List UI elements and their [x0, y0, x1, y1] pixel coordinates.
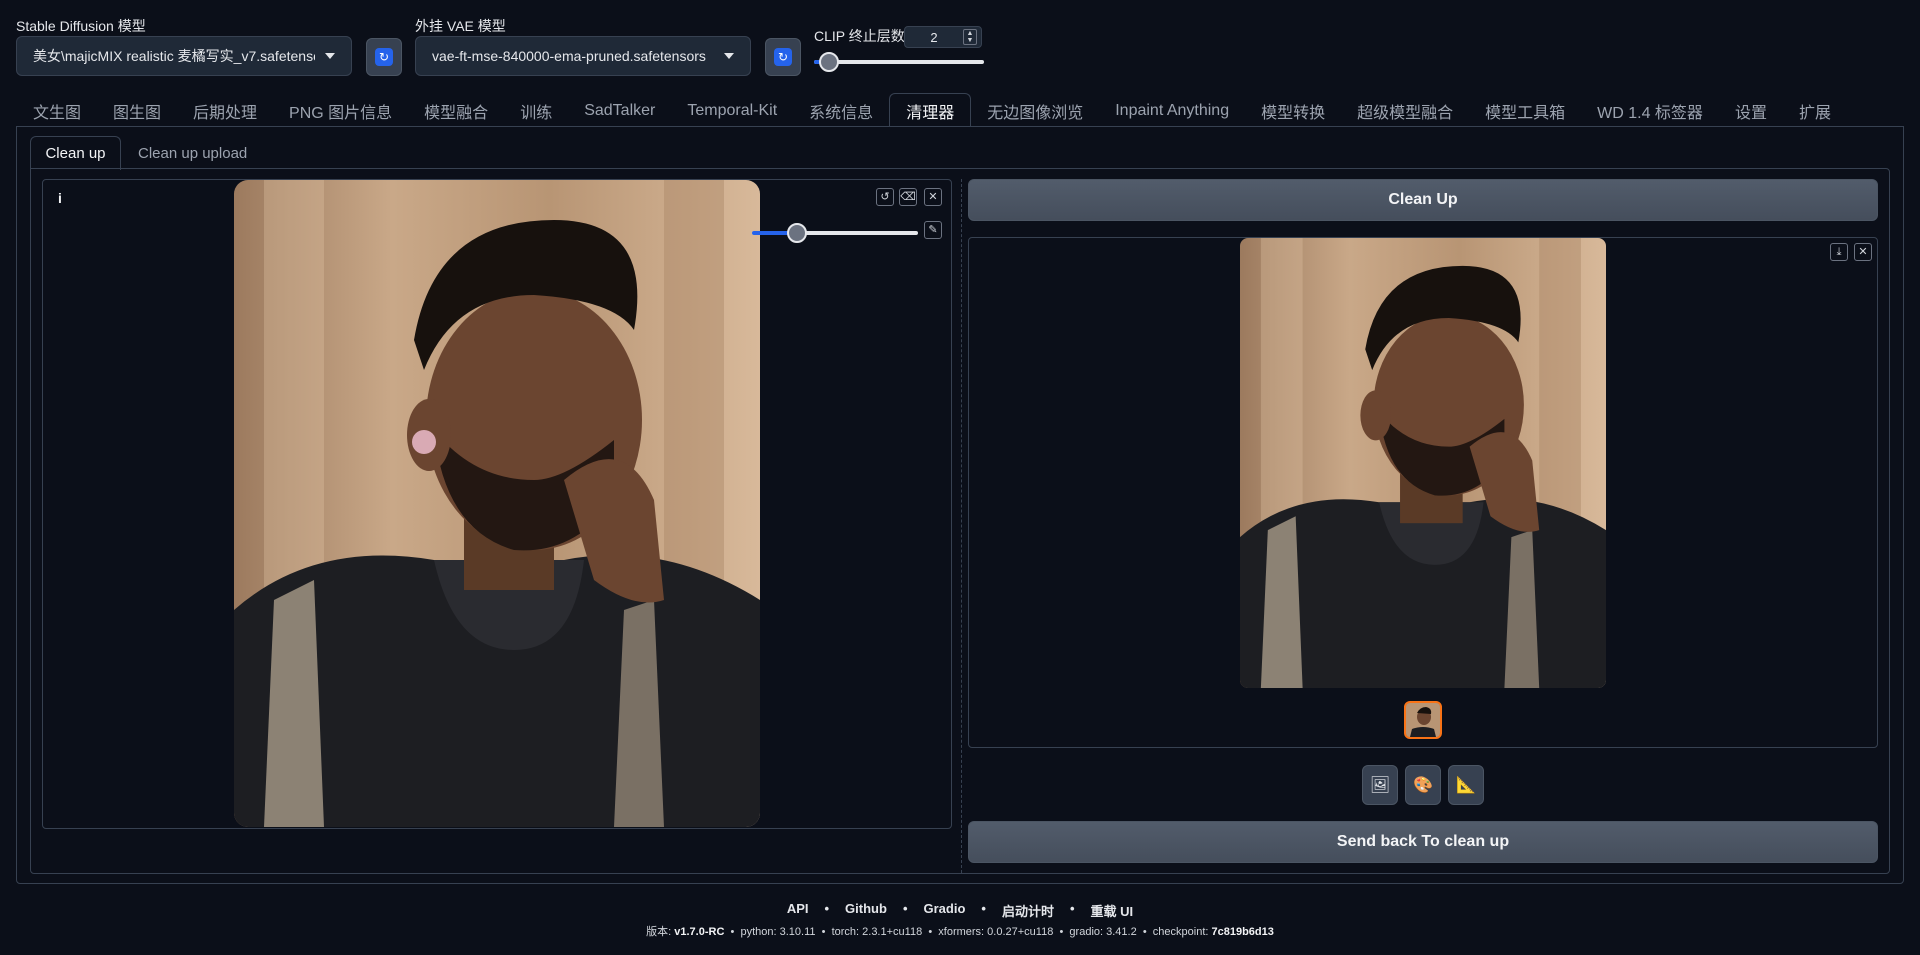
checkpoint-value: 7c819b6d13 — [1211, 926, 1274, 938]
tab-8[interactable]: 系统信息 — [793, 95, 889, 127]
portrait-output-image — [1240, 238, 1606, 688]
gallery-thumbnail[interactable] — [1404, 701, 1442, 739]
footer-link-0[interactable]: API — [787, 901, 809, 920]
tab-5[interactable]: 训练 — [504, 95, 568, 127]
send-back-button[interactable]: Send back To clean up — [968, 821, 1878, 863]
info-icon: i — [58, 190, 62, 206]
eraser-icon[interactable]: ⌫ — [899, 188, 917, 206]
chevron-down-icon — [325, 53, 335, 59]
tab-12[interactable]: 模型转换 — [1245, 95, 1341, 127]
clip-number-input[interactable]: 2 ▲ ▼ — [904, 26, 982, 48]
tab-0[interactable]: 文生图 — [17, 95, 97, 127]
vae-refresh-button[interactable]: ↻ — [765, 38, 801, 76]
tab-11[interactable]: Inpaint Anything — [1099, 95, 1245, 127]
brush-size-thumb[interactable] — [787, 223, 807, 243]
subtab-clean-up-upload[interactable]: Clean up upload — [122, 136, 263, 170]
undo-icon[interactable]: ↺ — [876, 188, 894, 206]
vae-value: vae-ft-mse-840000-ema-pruned.safetensors — [432, 48, 706, 64]
palette-icon: 🎨 — [1413, 777, 1433, 794]
tab-4[interactable]: 模型融合 — [408, 95, 504, 127]
tab-14[interactable]: 模型工具箱 — [1469, 95, 1581, 127]
send-to-inpaint-button[interactable]: 🎨 — [1405, 765, 1441, 805]
tab-16[interactable]: 设置 — [1719, 95, 1783, 127]
torch-version: torch: 2.3.1+cu118 — [831, 926, 923, 938]
version-label: 版本: — [646, 926, 675, 938]
chevron-down-icon — [724, 53, 734, 59]
main-tabs: 文生图 图生图 后期处理 PNG 图片信息 模型融合 训练 SadTalker Tempora… — [17, 93, 1903, 127]
source-image[interactable] — [234, 180, 760, 827]
tab-13[interactable]: 超级模型融合 — [1341, 95, 1469, 127]
sd-model-refresh-button[interactable]: ↻ — [366, 38, 402, 76]
thumbnail-image — [1406, 703, 1440, 737]
brush-icon[interactable]: ✎ — [924, 221, 942, 239]
send-to-extras-button[interactable]: 📐 — [1448, 765, 1484, 805]
footer-separator: • — [1069, 901, 1075, 916]
download-icon[interactable]: ⤓ — [1830, 243, 1848, 261]
checkpoint-label: checkpoint: — [1152, 926, 1212, 938]
output-image[interactable] — [1240, 238, 1606, 688]
clip-slider-thumb[interactable] — [819, 52, 839, 72]
portrait-image — [234, 180, 760, 827]
send-to-img2img-button[interactable]: 🖼 — [1362, 765, 1398, 805]
footer-link-4[interactable]: 重载 UI — [1091, 901, 1134, 920]
gradio-version: gradio: 3.41.2 — [1069, 926, 1137, 938]
tab-7[interactable]: Temporal-Kit — [671, 95, 793, 127]
clip-slider[interactable] — [814, 52, 984, 72]
column-divider — [961, 179, 962, 873]
footer-separator: • — [981, 901, 986, 916]
footer-separator: • — [824, 901, 830, 916]
close-icon[interactable]: ✕ — [924, 188, 942, 206]
tab-3[interactable]: PNG 图片信息 — [273, 95, 408, 127]
footer-link-2[interactable]: Gradio — [924, 901, 966, 920]
image-icon: 🖼 — [1369, 777, 1391, 794]
ruler-icon: 📐 — [1456, 777, 1476, 794]
refresh-icon: ↻ — [375, 48, 393, 66]
sd-model-value: 美女\majicMIX realistic 麦橘写实_v7.safetensor… — [33, 48, 315, 64]
tab-2[interactable]: 后期处理 — [177, 95, 273, 127]
tab-17[interactable]: 扩展 — [1783, 95, 1847, 127]
close-icon[interactable]: ✕ — [1854, 243, 1872, 261]
refresh-icon: ↻ — [774, 48, 792, 66]
version-value: v1.7.0-RC — [674, 926, 725, 938]
clip-label: CLIP 终止层数 — [814, 28, 905, 44]
footer-separator: • — [902, 901, 908, 916]
tab-10[interactable]: 无边图像浏览 — [971, 95, 1099, 127]
footer-link-1[interactable]: Github — [845, 901, 887, 920]
vae-label: 外挂 VAE 模型 — [415, 18, 506, 34]
tab-1[interactable]: 图生图 — [97, 95, 177, 127]
stepper-icon[interactable]: ▲ ▼ — [963, 29, 977, 45]
clip-value: 2 — [930, 29, 938, 45]
footer-link-3[interactable]: 启动计时 — [1002, 901, 1054, 920]
tab-15[interactable]: WD 1.4 标签器 — [1581, 95, 1719, 127]
sd-model-label: Stable Diffusion 模型 — [16, 18, 146, 34]
tab-6[interactable]: SadTalker — [568, 95, 671, 127]
tab-9[interactable]: 清理器 — [889, 93, 972, 127]
footer-links: API • Github • Gradio • 启动计时 • 重载 UI — [0, 901, 1920, 920]
clean-up-button[interactable]: Clean Up — [968, 179, 1878, 221]
brush-size-slider[interactable] — [752, 223, 918, 243]
subtab-clean-up[interactable]: Clean up — [30, 136, 121, 170]
footer-version-info: 版本: v1.7.0-RC • python: 3.10.11 • torch:… — [646, 926, 1274, 938]
xformers-version: xformers: 0.0.27+cu118 — [938, 926, 1054, 938]
vae-dropdown[interactable]: vae-ft-mse-840000-ema-pruned.safetensors — [415, 36, 751, 76]
python-version: python: 3.10.11 — [740, 926, 816, 938]
sd-model-dropdown[interactable]: 美女\majicMIX realistic 麦橘写实_v7.safetensor… — [16, 36, 352, 76]
